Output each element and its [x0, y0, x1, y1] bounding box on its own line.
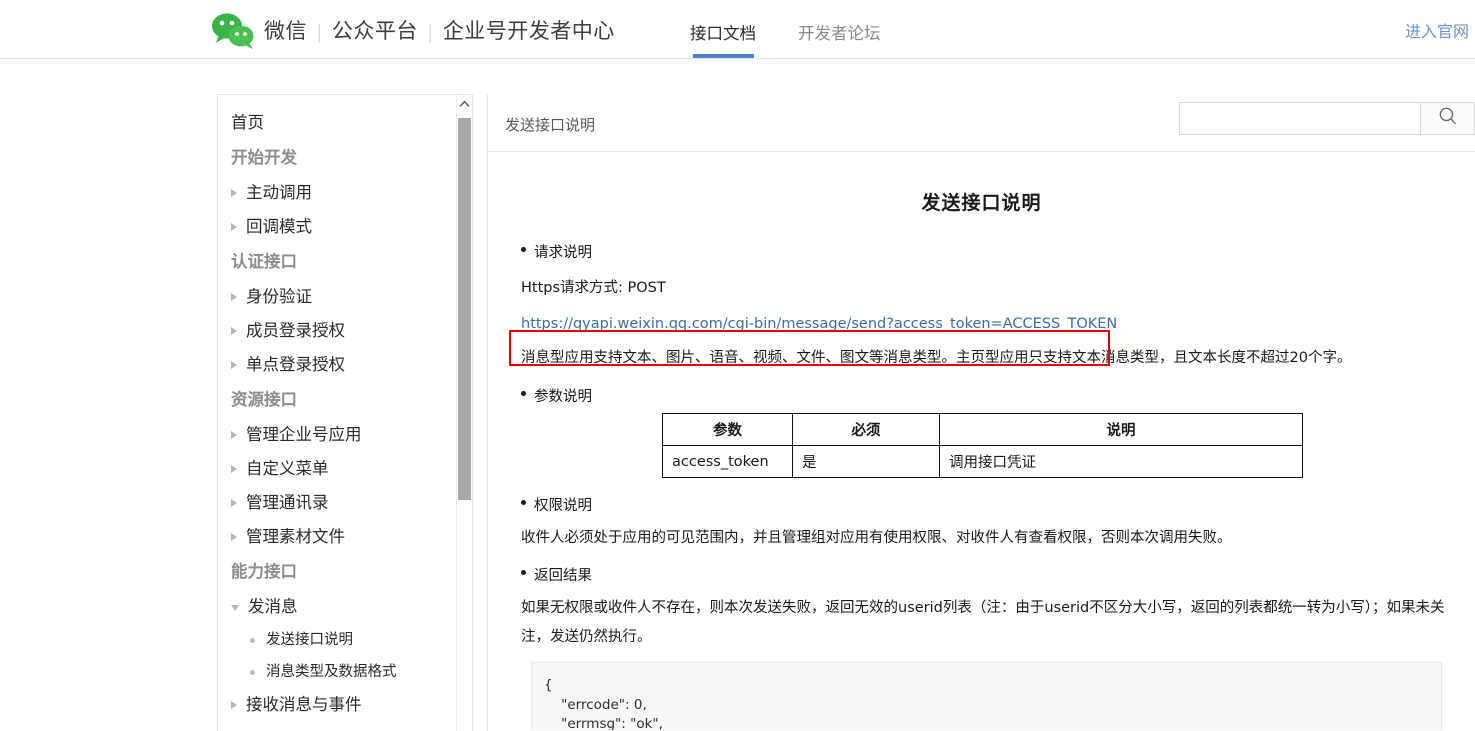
text-result-line-1: 如果无权限或收件人不存在，则本次发送失败，返回无效的userid列表（注：由于u…: [521, 600, 1445, 616]
tab-api-docs[interactable]: 接口文档: [690, 0, 756, 58]
sidebar-item-label: 接收消息与事件: [246, 695, 362, 714]
chevron-right-icon: [231, 465, 237, 473]
sidebar-item-label: 管理素材文件: [246, 527, 345, 546]
table-cell-required: 是: [792, 445, 940, 478]
chevron-right-icon: [231, 533, 237, 541]
chevron-right-icon: [231, 223, 237, 231]
page-title: 发送接口说明: [921, 192, 1042, 214]
sidebar-item-label: 首页: [231, 113, 264, 132]
sidebar: 首页 开始开发 主动调用 回调模式 认证接口 身份验证 成员登录授权 单点登录授…: [217, 94, 473, 731]
sidebar-item-label: 发消息: [248, 597, 298, 616]
search-input[interactable]: [1179, 102, 1420, 135]
page-body: 首页 开始开发 主动调用 回调模式 认证接口 身份验证 成员登录授权 单点登录授…: [0, 60, 1475, 731]
content-panel: 发送接口说明 发送接口说明 请求说明 Https请求方式: POST https…: [487, 94, 1475, 731]
tab-developer-forum[interactable]: 开发者论坛: [798, 0, 881, 44]
bullet-icon: [250, 637, 255, 643]
sidebar-item-label: 自定义菜单: [246, 459, 329, 478]
table-header-desc: 说明: [939, 413, 1303, 446]
content-header: 发送接口说明: [488, 94, 1475, 152]
sidebar-item-active-call[interactable]: 主动调用: [218, 176, 458, 210]
sidebar-group-resource-api: 资源接口: [231, 390, 297, 409]
table-cell-param: access_token: [662, 445, 793, 478]
sidebar-nav-list: 首页 开始开发 主动调用 回调模式 认证接口 身份验证 成员登录授权 单点登录授…: [218, 95, 458, 731]
sidebar-item-receive-messages-events[interactable]: 接收消息与事件: [218, 688, 458, 722]
chevron-down-icon: [231, 605, 239, 611]
table-header-row: 参数 必须 说明: [662, 413, 1303, 446]
sidebar-item-label: 主动调用: [246, 183, 312, 202]
top-header: 微信 | 公众平台 | 企业号开发者中心 接口文档 开发者论坛 进入官网: [0, 0, 1475, 59]
bullet-icon: [250, 669, 255, 675]
chevron-up-icon[interactable]: [457, 95, 472, 112]
brand-area[interactable]: 微信 | 公众平台 | 企业号开发者中心: [209, 6, 615, 54]
sidebar-item-callback-mode[interactable]: 回调模式: [218, 210, 458, 244]
code-sample: { "errcode": 0, "errmsg": "ok", "invalid…: [531, 662, 1442, 730]
chevron-right-icon: [231, 189, 237, 197]
table-cell-desc: 调用接口凭证: [939, 445, 1303, 478]
sidebar-item-label: 单点登录授权: [246, 355, 345, 374]
sidebar-item-sso-auth[interactable]: 单点登录授权: [218, 348, 458, 382]
enter-official-site-link[interactable]: 进入官网: [1405, 18, 1469, 42]
wechat-logo-icon: [209, 10, 257, 50]
chevron-right-icon: [231, 499, 237, 507]
sidebar-group-start-dev: 开始开发: [231, 148, 297, 167]
sidebar-item-label: 发送接口说明: [266, 632, 353, 648]
sidebar-group-capability-api: 能力接口: [231, 562, 297, 581]
table-header-param: 参数: [662, 413, 793, 446]
chevron-right-icon: [231, 293, 237, 301]
text-permission: 收件人必须处于应用的可见范围内，并且管理组对应用有使用权限、对收件人有查看权限，…: [521, 530, 1232, 546]
main-nav: 接口文档 开发者论坛: [690, 0, 923, 59]
sidebar-item-custom-menu[interactable]: 自定义菜单: [218, 452, 458, 486]
brand-separator-1: |: [316, 21, 323, 43]
chevron-right-icon: [231, 701, 237, 709]
sidebar-item-member-login-auth[interactable]: 成员登录授权: [218, 314, 458, 348]
chevron-right-icon: [231, 327, 237, 335]
sidebar-item-manage-contacts[interactable]: 管理通讯录: [218, 486, 458, 520]
sidebar-item-label: 身份验证: [246, 287, 312, 306]
table-row: access_token 是 调用接口凭证: [662, 445, 1303, 478]
sidebar-scrollbar[interactable]: [456, 95, 472, 731]
text-request-method: Https请求方式: POST: [521, 280, 666, 296]
sidebar-item-send-api-desc[interactable]: 发送接口说明: [218, 624, 458, 656]
sidebar-group-auth-api: 认证接口: [231, 252, 297, 271]
sidebar-item-identity-verification[interactable]: 身份验证: [218, 280, 458, 314]
table-header-required: 必须: [792, 413, 940, 446]
sidebar-item-manage-media-files[interactable]: 管理素材文件: [218, 520, 458, 554]
brand-part-1: 微信: [264, 19, 307, 43]
param-table: 参数 必须 说明 access_token 是 调用接口凭证: [662, 413, 1303, 478]
heading-permission-desc: 权限说明: [488, 494, 1475, 515]
sidebar-item-label: 消息类型及数据格式: [266, 664, 397, 680]
brand-part-3: 企业号开发者中心: [442, 19, 615, 43]
sidebar-item-home[interactable]: 首页: [218, 106, 458, 140]
sidebar-item-manage-enterprise-apps[interactable]: 管理企业号应用: [218, 418, 458, 452]
text-url-note: 消息型应用支持文本、图片、语音、视频、文件、图文等消息类型。主页型应用只支持文本…: [521, 350, 1352, 366]
sidebar-item-label: 管理企业号应用: [246, 425, 362, 444]
sidebar-item-label: 成员登录授权: [246, 321, 345, 340]
search-button[interactable]: [1420, 102, 1475, 135]
sidebar-item-label: 回调模式: [246, 217, 312, 236]
sidebar-item-send-message[interactable]: 发消息: [218, 590, 458, 624]
brand-part-2: 公众平台: [331, 19, 418, 43]
article: 发送接口说明 请求说明 Https请求方式: POST https://qyap…: [488, 152, 1475, 730]
search-box: [1179, 102, 1475, 135]
scrollbar-thumb[interactable]: [458, 118, 471, 500]
heading-return-result: 返回结果: [488, 564, 1475, 585]
chevron-right-icon: [231, 431, 237, 439]
breadcrumb: 发送接口说明: [505, 116, 596, 134]
sidebar-item-message-types[interactable]: 消息类型及数据格式: [218, 656, 458, 688]
sidebar-item-label: 管理通讯录: [246, 493, 329, 512]
heading-request-desc: 请求说明: [488, 241, 1475, 262]
search-icon: [1438, 106, 1458, 131]
chevron-right-icon: [231, 361, 237, 369]
heading-params-desc: 参数说明: [488, 385, 1475, 406]
brand-text: 微信 | 公众平台 | 企业号开发者中心: [264, 15, 615, 45]
brand-separator-2: |: [426, 21, 434, 43]
text-result-line-2: 注，发送仍然执行。: [521, 629, 652, 645]
api-url-link[interactable]: https://qyapi.weixin.qq.com/cgi-bin/mess…: [521, 316, 1117, 332]
